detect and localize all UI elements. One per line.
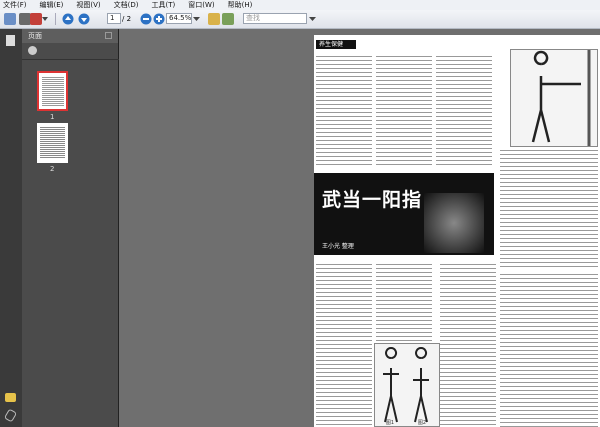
text-column-4 [500, 147, 598, 267]
text-column-5 [316, 261, 372, 426]
text-column-2 [376, 53, 432, 168]
toolbar: 1 / 2 64.5% 查找 [0, 10, 600, 29]
text-column-6 [376, 261, 432, 341]
menu-help[interactable]: 帮助(H) [228, 0, 253, 10]
document-page: 养生保健 武当一阳指 王小光 整理 图1 图2 [314, 35, 600, 427]
page-thumbnail-1[interactable] [37, 71, 68, 111]
search-options-icon[interactable] [309, 13, 316, 25]
article-title: 武当一阳指 [322, 189, 423, 211]
panel-divider [22, 59, 119, 60]
illustration-figure-2 [374, 343, 440, 427]
menu-file[interactable]: 文件(F) [3, 0, 27, 10]
next-page-icon[interactable] [78, 13, 90, 25]
zoom-out-icon[interactable] [140, 13, 152, 25]
prev-page-icon[interactable] [62, 13, 74, 25]
pages-icon[interactable] [6, 35, 15, 46]
page-total: / 2 [122, 15, 132, 23]
author-line: 王小光 整理 [322, 243, 354, 250]
zoom-dropdown-icon[interactable] [193, 13, 200, 25]
pages-panel-title: 页面 [28, 32, 42, 40]
menu-edit[interactable]: 编辑(E) [40, 0, 64, 10]
comment-icon[interactable] [222, 13, 234, 25]
toolbar-divider [55, 13, 56, 25]
open-icon[interactable] [4, 13, 16, 25]
navigation-sidebar [0, 29, 22, 427]
select-tool-icon[interactable] [208, 13, 220, 25]
menu-bar: 文件(F) 编辑(E) 视图(V) 文档(D) 工具(T) 窗口(W) 帮助(H… [0, 0, 600, 10]
page-thumbnail-2[interactable] [37, 123, 68, 163]
page-number-input[interactable]: 1 [107, 13, 121, 24]
comments-icon[interactable] [5, 393, 16, 402]
illustration-figure-1 [510, 49, 598, 147]
figure-labels: 图1 图2 [374, 419, 438, 426]
save-icon[interactable] [30, 13, 42, 25]
chevron-down-icon[interactable] [42, 13, 48, 25]
text-column-8 [440, 261, 496, 426]
menu-view[interactable]: 视图(V) [76, 0, 100, 10]
pages-panel-header: 页面 [22, 29, 118, 43]
menu-document[interactable]: 文档(D) [114, 0, 139, 10]
close-icon[interactable] [105, 32, 112, 39]
figure-label-1: 图1 [385, 420, 395, 426]
page-thumbnail-label-2: 2 [50, 165, 55, 173]
menu-tools[interactable]: 工具(T) [152, 0, 176, 10]
title-photo [424, 193, 484, 253]
zoom-in-icon[interactable] [153, 13, 165, 25]
page-thumbnail-label-1: 1 [50, 113, 55, 121]
text-column-3 [436, 53, 492, 168]
page-header-banner: 养生保健 [316, 40, 356, 49]
attachment-icon[interactable] [3, 408, 18, 423]
menu-window[interactable]: 窗口(W) [188, 0, 214, 10]
text-column-7 [500, 271, 598, 427]
text-column-1 [316, 53, 372, 168]
zoom-input[interactable]: 64.5% [166, 13, 192, 24]
document-viewport[interactable]: 养生保健 武当一阳指 王小光 整理 图1 图2 [119, 29, 600, 427]
options-gear-icon[interactable] [28, 46, 37, 55]
search-input[interactable]: 查找 [243, 13, 307, 24]
figure-label-2: 图2 [417, 420, 427, 426]
pages-panel: 页面 1 2 [22, 29, 119, 427]
